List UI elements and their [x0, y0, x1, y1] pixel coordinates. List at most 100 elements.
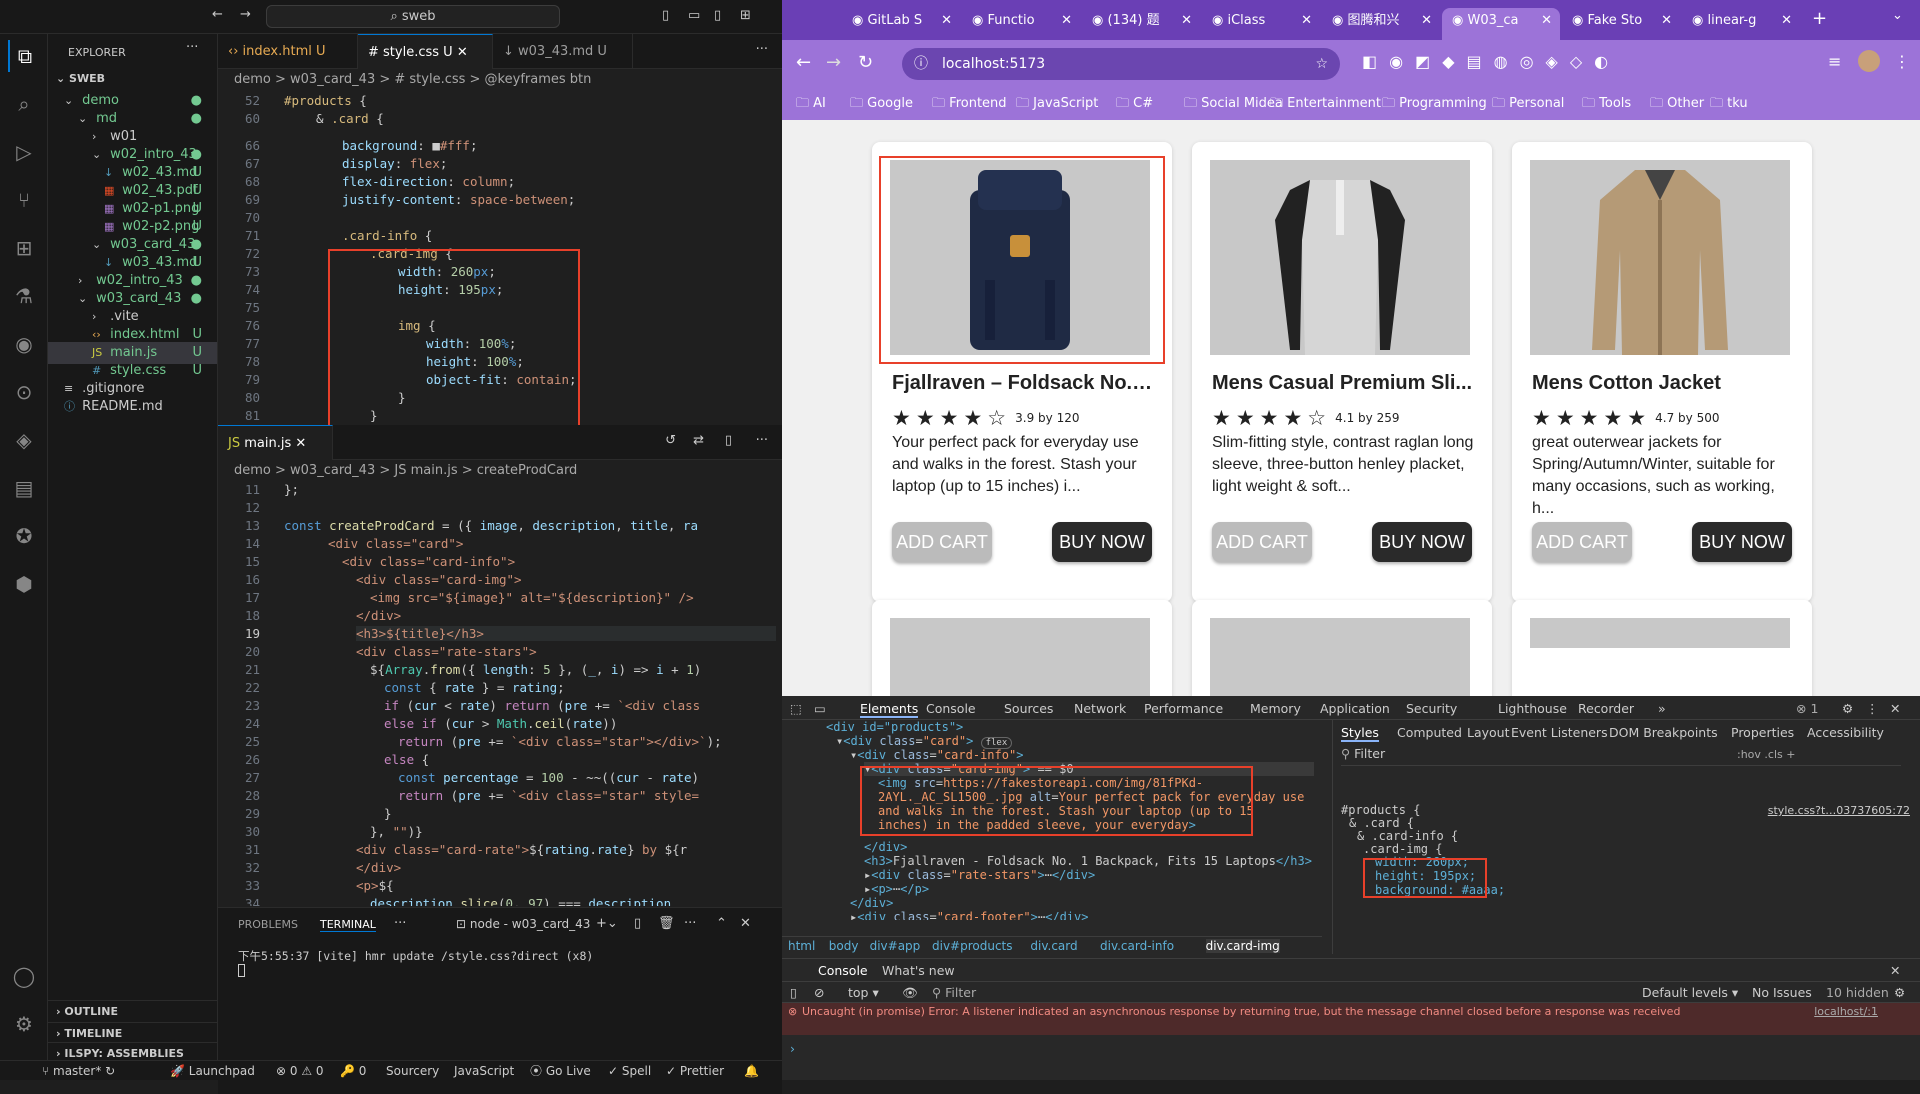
command-center[interactable]: ⌕ sweb [266, 5, 560, 28]
devtools-tab[interactable]: Recorder [1578, 701, 1634, 716]
notifications-icon[interactable]: 🔔 [744, 1061, 759, 1081]
outline-section[interactable]: › OUTLINE [48, 1000, 217, 1022]
panel-more-icon[interactable]: ··· [394, 916, 406, 931]
language-status[interactable]: JavaScript [454, 1061, 514, 1081]
site-info-icon[interactable]: ⓘ [914, 48, 928, 80]
sidebar-toggle-icon[interactable]: ▯ [790, 985, 797, 1000]
settings-gear-icon[interactable]: ⚙ [8, 1008, 40, 1040]
styles-subtab[interactable]: Event Listeners [1511, 725, 1608, 740]
bookmark-folder[interactable]: 🗀 Google [850, 94, 913, 114]
close-tab-icon[interactable]: ✕ [1541, 8, 1552, 34]
devtools-tab[interactable]: Memory [1250, 701, 1301, 716]
account-icon[interactable]: ◯ [8, 960, 40, 992]
tab-index-html[interactable]: ‹› index.html U [218, 34, 358, 69]
toggle-sidebar-icon[interactable]: ▯ [662, 8, 669, 23]
profile-avatar[interactable] [1858, 50, 1880, 72]
close-tab-icon[interactable]: ✕ [1661, 8, 1672, 34]
browser-tab[interactable]: ◉ 图腾和兴 ✕ [1322, 8, 1440, 40]
clear-console-icon[interactable]: ⊘ [814, 985, 824, 1000]
devtools-tab[interactable]: Network [1074, 701, 1126, 716]
sourcery-status[interactable]: Sourcery [386, 1061, 439, 1081]
close-tab-icon[interactable]: ✕ [1181, 8, 1192, 34]
bookmark-folder[interactable]: 🗀 Programming [1382, 94, 1487, 114]
styles-subtab[interactable]: DOM Breakpoints [1609, 725, 1718, 740]
devtools-close-icon[interactable]: ✕ [1890, 701, 1900, 716]
spell-status[interactable]: ✓ Spell [608, 1061, 651, 1081]
ports-status[interactable]: 🔑 0 [340, 1061, 366, 1081]
source-control-icon[interactable]: ⑂ [8, 184, 40, 216]
address-bar[interactable]: ⓘ localhost:5173 ☆ [902, 48, 1340, 80]
bookmark-folder[interactable]: 🗀 Frontend [932, 94, 1007, 114]
devtools-tab[interactable]: Sources [1004, 701, 1053, 716]
add-cart-button[interactable]: ADD CART [892, 522, 992, 562]
buy-now-button[interactable]: BUY NOW [1372, 522, 1472, 562]
bookmark-folder[interactable]: 🗀 AI [796, 94, 826, 114]
devtools-tab[interactable]: Security [1406, 701, 1457, 716]
close-tab-icon[interactable]: ✕ [1781, 8, 1792, 34]
bookmark-folder[interactable]: 🗀 tku [1710, 94, 1748, 114]
browser-tab[interactable]: ◉ iClass ✕ [1202, 8, 1320, 40]
browser-tab[interactable]: ◉ linear-g ✕ [1682, 8, 1800, 40]
bookmark-folder[interactable]: 🗀 JavaScript [1016, 94, 1098, 114]
dom-crumb[interactable]: div.card-img [1205, 939, 1280, 953]
buy-now-button[interactable]: BUY NOW [1692, 522, 1792, 562]
devtools-tab[interactable]: Console [926, 701, 976, 716]
terminal-output[interactable]: 下午5:55:37 [vite] hmr update /style.css?d… [238, 948, 593, 964]
bookmark-folder[interactable]: 🗀 Entertainment [1270, 94, 1381, 114]
explorer-icon[interactable]: ⧉ [8, 40, 40, 72]
console-drawer-tab[interactable]: Console [818, 963, 868, 978]
error-source-link[interactable]: localhost/:1 [1814, 1005, 1878, 1018]
breadcrumb-bottom[interactable]: demo > w03_card_43 > JS main.js > create… [218, 460, 782, 482]
new-tab-icon[interactable]: + [1812, 8, 1827, 29]
devtools-menu-icon[interactable]: ⋮ [1866, 701, 1879, 716]
ilspy-section[interactable]: › ILSPY: ASSEMBLIES [48, 1042, 217, 1060]
styles-filter[interactable]: ⚲ Filter [1341, 746, 1901, 766]
extensions-row-icon[interactable]: ◧◉◩◆▤◍◎◈◇◐ [1362, 52, 1620, 71]
browser-tab[interactable]: ◉ GitLab S ✕ [842, 8, 960, 40]
hov-cls-buttons[interactable]: :hov .cls + [1737, 748, 1795, 761]
dom-crumb[interactable]: body [829, 939, 859, 953]
terminal-more-icon[interactable]: ··· [684, 916, 696, 931]
back-icon[interactable]: ← [796, 52, 811, 73]
devtools-tab[interactable]: Elements [860, 701, 919, 718]
tab-main-js[interactable]: JS main.js ✕ [218, 425, 333, 460]
console-settings-icon[interactable]: ⚙ [1894, 985, 1905, 1000]
problems-status[interactable]: ⊗ 0 ⚠ 0 [276, 1061, 324, 1081]
run-debug-icon[interactable]: ▷ [8, 136, 40, 168]
style-source-link[interactable]: style.css?t…03737605:72 [1768, 804, 1910, 817]
reload-icon[interactable]: ↻ [858, 52, 873, 73]
styles-subtab[interactable]: Layout [1467, 725, 1510, 740]
bookmark-folder[interactable]: 🗀 Social Midea [1184, 94, 1283, 114]
styles-subtab[interactable]: Computed [1397, 725, 1462, 740]
forward-arrow-icon[interactable]: → [240, 7, 251, 22]
add-cart-button[interactable]: ADD CART [1212, 522, 1312, 562]
dom-crumb[interactable]: div#app [870, 939, 921, 953]
timeline-section[interactable]: › TIMELINE [48, 1022, 217, 1044]
testing-icon[interactable]: ⚗ [8, 280, 40, 312]
launchpad-status[interactable]: 🚀 Launchpad [170, 1061, 255, 1081]
context-select[interactable]: top ▾ [848, 985, 879, 1000]
maximize-panel-icon[interactable]: ⌃ [716, 916, 727, 931]
bookmark-folder[interactable]: 🗀 Tools [1582, 94, 1631, 114]
chrome-menu-icon[interactable]: ⋮ [1894, 52, 1910, 71]
reading-list-icon[interactable]: ≡ [1828, 52, 1841, 71]
close-panel-icon[interactable]: ✕ [740, 916, 751, 931]
dom-crumb[interactable]: div.card [1030, 939, 1077, 953]
folder-icon[interactable]: ▤ [8, 472, 40, 504]
console-prompt[interactable]: › [790, 1041, 795, 1056]
issues-count[interactable]: No Issues [1752, 985, 1812, 1000]
browser-tab[interactable]: ◉ (134) 题 ✕ [1082, 8, 1200, 40]
api-icon[interactable]: ✪ [8, 520, 40, 552]
terminal-tab[interactable]: TERMINAL [320, 918, 376, 932]
search-icon[interactable]: ⌕ [8, 88, 40, 120]
devtools-tab[interactable]: Application [1320, 701, 1390, 716]
close-tab-icon[interactable]: ✕ [1421, 8, 1432, 34]
styles-subtab[interactable]: Accessibility [1807, 725, 1884, 740]
close-tab-icon[interactable]: ✕ [1061, 8, 1072, 34]
more-actions-icon[interactable]: ··· [186, 40, 198, 55]
devtools-settings-icon[interactable]: ⚙ [1842, 701, 1853, 716]
split-terminal-icon[interactable]: ▯ [634, 916, 641, 931]
back-arrow-icon[interactable]: ← [212, 7, 223, 22]
tab-search-icon[interactable]: ⌄ [1892, 8, 1903, 23]
bookmark-folder[interactable]: 🗀 Personal [1492, 94, 1564, 114]
